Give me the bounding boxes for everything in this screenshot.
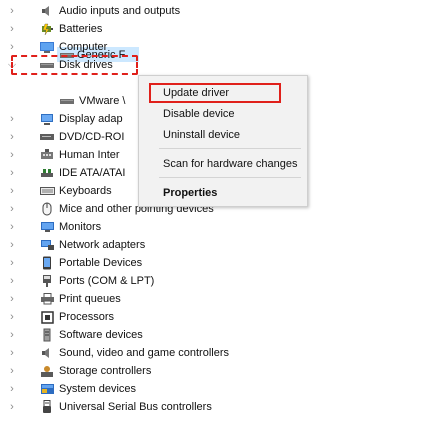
battery-icon xyxy=(39,22,55,36)
chevron-right-icon[interactable]: › xyxy=(5,110,19,128)
tree-item-label: Storage controllers xyxy=(59,365,152,377)
tree-item-label: Human Inter xyxy=(59,149,120,161)
chevron-right-icon[interactable]: › xyxy=(5,308,19,326)
tree-item-print-queues[interactable]: › Print queues xyxy=(0,290,220,308)
tree-item-storage-controllers[interactable]: › Storage controllers xyxy=(0,362,220,380)
processor-icon xyxy=(39,310,55,324)
monitor-icon xyxy=(39,220,55,234)
tree-item-label: Processors xyxy=(59,311,115,323)
human-interface-icon xyxy=(39,148,55,162)
printer-icon xyxy=(39,292,55,306)
tree-item-label: Ports (COM & LPT) xyxy=(59,275,155,287)
ide-controller-icon xyxy=(39,166,55,180)
chevron-right-icon[interactable]: › xyxy=(5,398,19,416)
tree-item-label: Display adap xyxy=(59,113,123,125)
software-device-icon xyxy=(39,328,55,342)
tree-item-label: Monitors xyxy=(59,221,102,233)
keyboard-icon xyxy=(39,184,55,198)
disk-drive-icon xyxy=(59,94,75,108)
tree-item-label: Portable Devices xyxy=(59,257,143,269)
menu-item-scan-hardware[interactable]: Scan for hardware changes xyxy=(163,157,298,171)
context-menu: Update driver Disable device Uninstall d… xyxy=(138,75,308,207)
menu-separator xyxy=(159,148,301,149)
mouse-icon xyxy=(39,202,55,216)
menu-item-properties[interactable]: Properties xyxy=(163,186,217,200)
dvd-drive-icon xyxy=(39,130,55,144)
device-tree: › Audio inputs and outputs › Batteries ›… xyxy=(0,0,426,421)
tree-item-label: Keyboards xyxy=(59,185,112,197)
chevron-right-icon[interactable]: › xyxy=(5,254,19,272)
chevron-right-icon[interactable]: › xyxy=(5,272,19,290)
chevron-right-icon[interactable]: › xyxy=(5,380,19,398)
menu-item-update-driver[interactable]: Update driver xyxy=(163,86,229,100)
chevron-right-icon[interactable]: › xyxy=(5,362,19,380)
tree-item-audio-inputs[interactable]: › Audio inputs and outputs xyxy=(0,2,220,20)
chevron-right-icon[interactable]: › xyxy=(5,128,19,146)
port-icon xyxy=(39,274,55,288)
chevron-right-icon[interactable]: › xyxy=(5,182,19,200)
tree-item-label: Batteries xyxy=(59,23,103,35)
tree-item-network-adapters[interactable]: › Network adapters xyxy=(0,236,220,254)
tree-item-label: Audio inputs and outputs xyxy=(59,5,181,17)
chevron-right-icon[interactable]: › xyxy=(5,290,19,308)
tree-item-label: VMware \ xyxy=(79,95,126,107)
chevron-right-icon[interactable]: › xyxy=(5,146,19,164)
system-device-icon xyxy=(39,382,55,396)
storage-controller-icon xyxy=(39,364,55,378)
annotation-highlight-disk-drives xyxy=(11,55,138,75)
tree-item-processors[interactable]: › Processors xyxy=(0,308,220,326)
usb-icon xyxy=(39,400,55,414)
tree-item-label: System devices xyxy=(59,383,137,395)
network-adapter-icon xyxy=(39,238,55,252)
chevron-right-icon[interactable]: › xyxy=(5,236,19,254)
chevron-right-icon[interactable]: › xyxy=(5,164,19,182)
speaker-icon xyxy=(39,4,55,18)
tree-item-portable-devices[interactable]: › Portable Devices xyxy=(0,254,220,272)
tree-item-label: Network adapters xyxy=(59,239,146,251)
tree-item-ports[interactable]: › Ports (COM & LPT) xyxy=(0,272,220,290)
chevron-right-icon[interactable]: › xyxy=(5,2,19,20)
tree-item-label: IDE ATA/ATAI xyxy=(59,167,126,179)
chevron-right-icon[interactable]: › xyxy=(5,326,19,344)
tree-item-usb-controllers[interactable]: › Universal Serial Bus controllers xyxy=(0,398,260,416)
chevron-right-icon[interactable]: › xyxy=(5,344,19,362)
speaker-icon xyxy=(39,346,55,360)
menu-item-disable-device[interactable]: Disable device xyxy=(163,107,235,121)
tree-item-label: DVD/CD-ROI xyxy=(59,131,125,143)
menu-separator xyxy=(159,177,301,178)
chevron-right-icon[interactable]: › xyxy=(5,218,19,236)
tree-item-system-devices[interactable]: › System devices xyxy=(0,380,220,398)
tree-item-label: Universal Serial Bus controllers xyxy=(59,401,212,413)
portable-device-icon xyxy=(39,256,55,270)
tree-item-label: Sound, video and game controllers xyxy=(59,347,229,359)
chevron-right-icon[interactable]: › xyxy=(5,200,19,218)
tree-item-sound-video[interactable]: › Sound, video and game controllers xyxy=(0,344,260,362)
chevron-right-icon[interactable]: › xyxy=(5,20,19,38)
tree-item-label: Print queues xyxy=(59,293,121,305)
tree-item-label: Software devices xyxy=(59,329,143,341)
tree-item-software-devices[interactable]: › Software devices xyxy=(0,326,220,344)
tree-item-monitors[interactable]: › Monitors xyxy=(0,218,220,236)
menu-item-uninstall-device[interactable]: Uninstall device xyxy=(163,128,240,142)
tree-item-batteries[interactable]: › Batteries xyxy=(0,20,220,38)
display-adapter-icon xyxy=(39,112,55,126)
